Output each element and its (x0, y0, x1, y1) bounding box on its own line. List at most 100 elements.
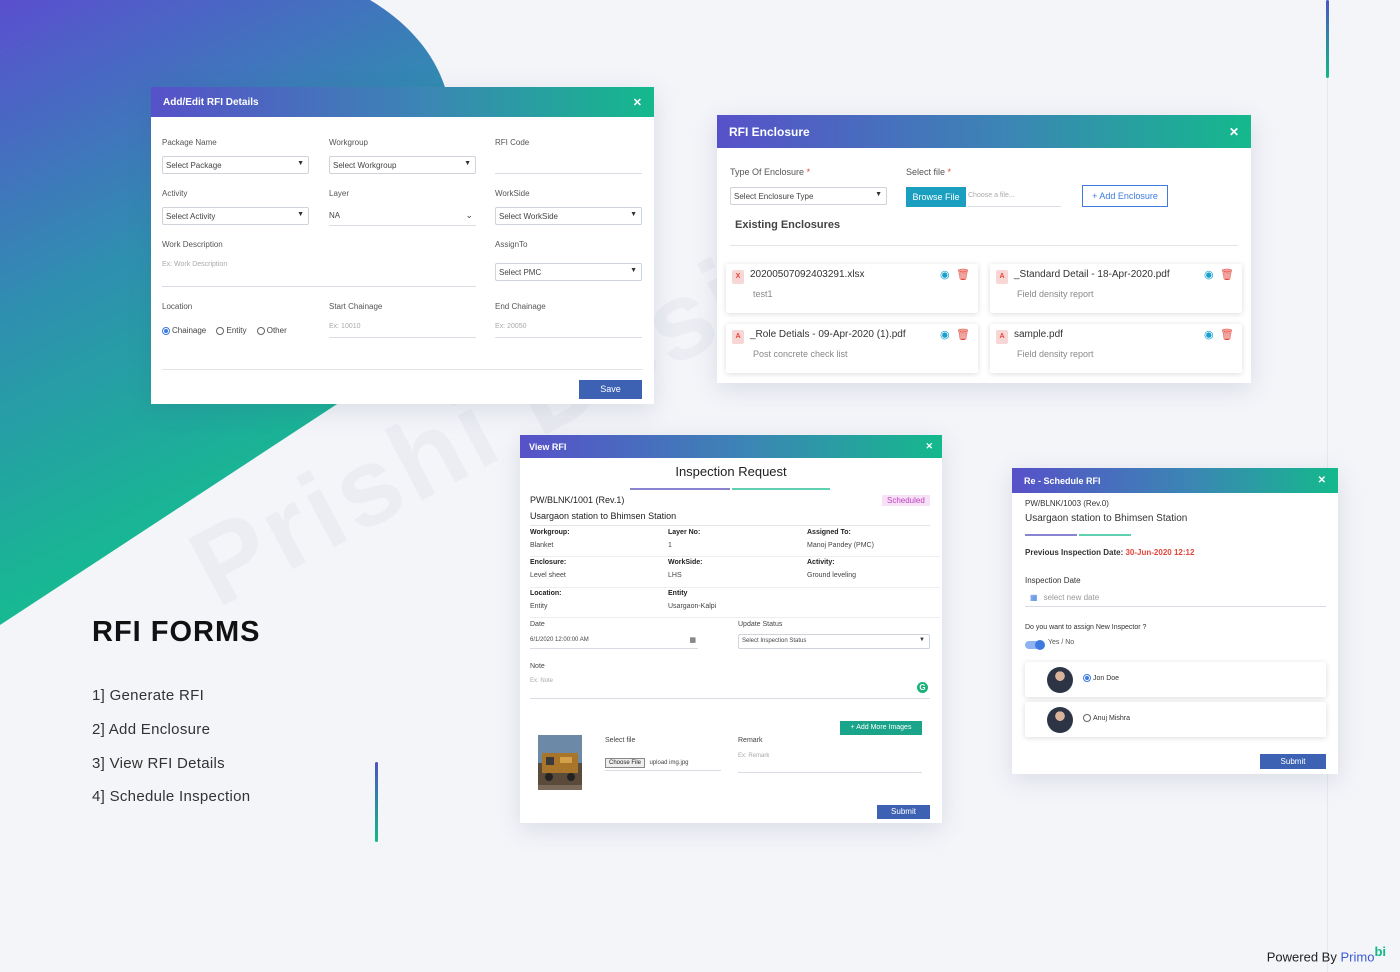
file-name-input[interactable]: Choose a file... (968, 192, 1061, 207)
brand-logo-suffix: bi (1374, 944, 1386, 959)
choose-file-button[interactable]: Choose File (605, 758, 646, 768)
save-button[interactable]: Save (579, 380, 642, 399)
enclosure-type-label: Type Of Enclosure * (730, 167, 811, 177)
field-entity: Entity Usargaon-Kalpi (668, 590, 717, 610)
image-thumbnail (538, 735, 582, 790)
modal-title: View RFI (529, 441, 567, 452)
caret-down-icon: ▼ (919, 637, 925, 643)
caret-down-icon: ▼ (297, 211, 304, 218)
caret-down-icon: ▼ (875, 191, 882, 198)
enclosure-card: A _Standard Detail - 18-Apr-2020.pdf Fie… (990, 264, 1242, 313)
work-description-input[interactable]: Ex: Work Description (162, 261, 476, 287)
radio-other[interactable]: Other (256, 326, 287, 335)
calendar-icon: ▦ (689, 637, 696, 644)
package-select[interactable]: Select Package ▼ (162, 156, 309, 174)
pdf-icon: A (732, 330, 744, 344)
assignto-label: AssignTo (495, 240, 528, 249)
enclosure-type-select[interactable]: Select Enclosure Type ▼ (730, 187, 887, 205)
pdf-icon: A (996, 270, 1008, 284)
submit-button[interactable]: Submit (877, 805, 930, 819)
reschedule-rfi-modal: Re - Schedule RFI ✕ PW/BLNK/1003 (Rev.0)… (1012, 468, 1338, 774)
inspector-option[interactable]: Jon Doe (1025, 662, 1326, 697)
field-activity: Activity: Ground leveling (807, 559, 857, 579)
note-label: Note (530, 663, 545, 670)
radio-chainage[interactable]: Chainage (162, 326, 206, 335)
rfi-code-input[interactable] (495, 159, 642, 174)
menu-item-view-rfi: 3] View RFI Details (92, 755, 225, 772)
brand-logo: Primo (1340, 949, 1375, 965)
update-status-select[interactable]: Select Inspection Status ▼ (738, 634, 930, 649)
inspector-option[interactable]: Anuj Mishra (1025, 702, 1326, 737)
yes-no-toggle[interactable] (1025, 640, 1045, 650)
delete-icon[interactable]: 🗑 (1220, 328, 1234, 341)
view-icon[interactable]: ◉ (1204, 328, 1214, 341)
rfi-code: PW/BLNK/1001 (Rev.1) (530, 495, 625, 505)
view-icon[interactable]: ◉ (940, 328, 950, 341)
file-desc: test1 (753, 289, 773, 299)
enclosure-card: A _Role Detials - 09-Apr-2020 (1).pdf Po… (726, 324, 978, 373)
add-enclosure-button[interactable]: + Add Enclosure (1082, 185, 1168, 207)
menu-item-generate-rfi: 1] Generate RFI (92, 687, 205, 704)
view-icon[interactable]: ◉ (940, 268, 950, 281)
layer-label: Layer (329, 189, 350, 198)
status-badge: Scheduled (882, 495, 930, 506)
close-icon[interactable]: ✕ (633, 96, 642, 109)
activity-label: Activity (162, 189, 188, 198)
end-chainage-input[interactable]: Ex: 20050 (495, 323, 642, 338)
file-icon: X (732, 270, 744, 284)
remark-input[interactable]: Ex: Remark (738, 753, 922, 773)
add-more-images-button[interactable]: + Add More Images (840, 721, 922, 735)
view-icon[interactable]: ◉ (1204, 268, 1214, 281)
inspector-name: Anuj Mishra (1093, 714, 1130, 722)
package-label: Package Name (162, 138, 217, 147)
remark-label: Remark (738, 737, 763, 744)
note-input[interactable]: Ex: Note G (530, 678, 930, 699)
modal-title: Add/Edit RFI Details (163, 96, 259, 108)
calendar-icon: ▦ (1030, 593, 1038, 602)
file-name: 20200507092403291.xlsx (750, 269, 865, 280)
workside-label: WorkSide (495, 189, 530, 198)
enclosure-card: A sample.pdf Field density report ◉ 🗑 (990, 324, 1242, 373)
avatar (1047, 667, 1073, 693)
delete-icon[interactable]: 🗑 (956, 268, 970, 281)
avatar (1047, 707, 1073, 733)
pdf-icon: A (996, 330, 1008, 344)
menu-item-add-enclosure: 2] Add Enclosure (92, 721, 211, 738)
divider (162, 369, 643, 370)
heading-underline (732, 488, 830, 490)
workgroup-label: Workgroup (329, 138, 368, 147)
delete-icon[interactable]: 🗑 (1220, 268, 1234, 281)
file-desc: Field density report (1017, 349, 1094, 359)
caret-down-icon: ▼ (630, 267, 637, 274)
plus-icon: + (1092, 191, 1098, 201)
heading-underline (630, 488, 730, 490)
layer-select[interactable]: NA ⌄ (329, 210, 476, 226)
previous-inspection: Previous Inspection Date: 30-Jun-2020 12… (1025, 548, 1195, 557)
start-chainage-input[interactable]: Ex: 10010 (329, 323, 476, 338)
workside-select[interactable]: Select WorkSide ▼ (495, 207, 642, 225)
accent-bar (375, 762, 378, 842)
radio-entity[interactable]: Entity (216, 326, 247, 335)
close-icon[interactable]: ✕ (925, 441, 933, 452)
rfi-code-label: RFI Code (495, 138, 530, 147)
date-label: Date (530, 621, 545, 628)
inspection-date-input[interactable]: ▦ select new date (1025, 593, 1326, 607)
browse-file-button[interactable]: Browse File (906, 187, 966, 207)
activity-select[interactable]: Select Activity ▼ (162, 207, 309, 225)
grammarly-icon: G (917, 682, 928, 693)
work-description-label: Work Description (162, 240, 223, 249)
assignto-select[interactable]: Select PMC ▼ (495, 263, 642, 281)
route-underline (1079, 534, 1131, 536)
close-icon[interactable]: ✕ (1229, 125, 1239, 139)
date-input[interactable]: 6/1/2020 12:00:00 AM ▦ (530, 637, 698, 649)
select-file-label: Select file * (906, 167, 952, 177)
rfi-enclosure-modal: RFI Enclosure ✕ Type Of Enclosure * Sele… (717, 115, 1251, 383)
close-icon[interactable]: ✕ (1318, 475, 1326, 486)
file-desc: Field density report (1017, 289, 1094, 299)
plus-icon: + (850, 724, 855, 731)
delete-icon[interactable]: 🗑 (956, 328, 970, 341)
workgroup-select[interactable]: Select Workgroup ▼ (329, 156, 476, 174)
field-workside: WorkSide: LHS (668, 559, 703, 579)
assign-question: Do you want to assign New Inspector ? (1025, 624, 1147, 631)
submit-button[interactable]: Submit (1260, 754, 1326, 769)
